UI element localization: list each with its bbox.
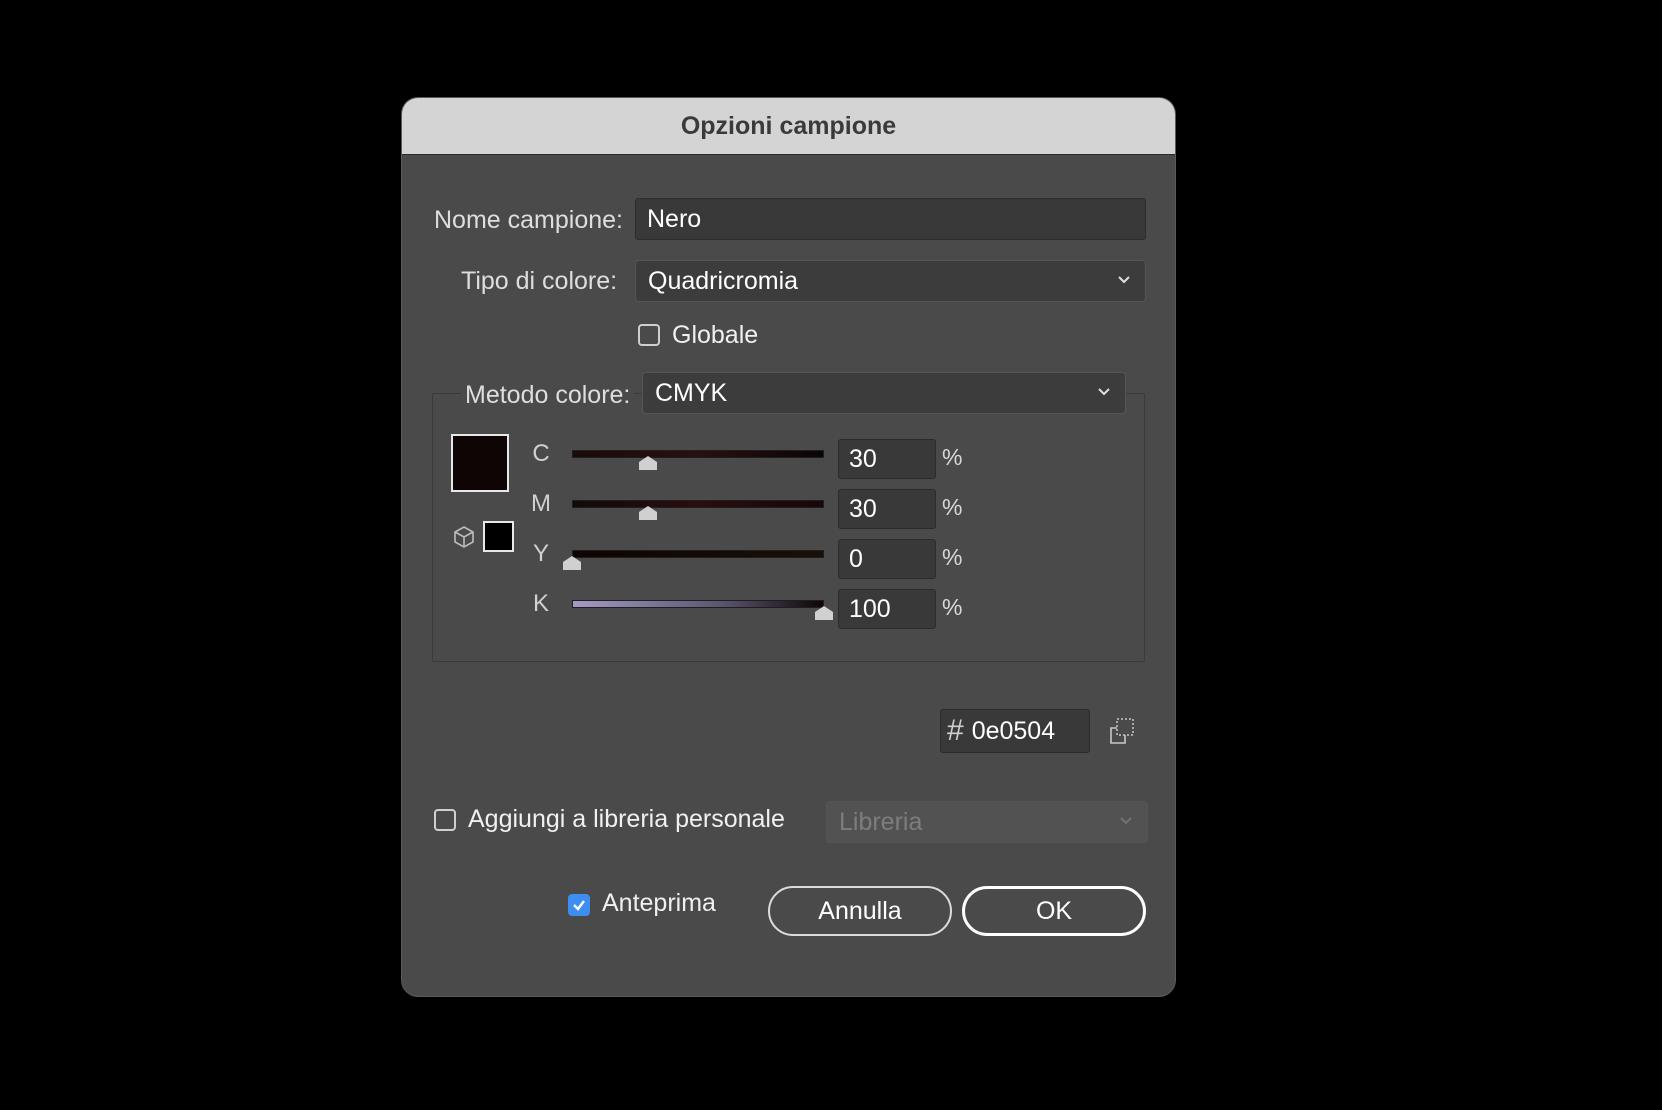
color-preview-swatch <box>451 434 509 492</box>
swatch-options-dialog: Opzioni campione Nome campione: Nero Tip… <box>402 98 1175 996</box>
chevron-down-icon <box>1118 276 1130 284</box>
percent-unit-label: % <box>942 544 963 570</box>
ok-button[interactable]: OK <box>962 886 1146 936</box>
channel-value-input-c[interactable]: 30 <box>838 439 936 479</box>
swatch-name-label: Nome campione: <box>434 206 623 234</box>
out-of-gamut-cube-icon[interactable] <box>452 525 476 549</box>
hex-field[interactable]: # 0e0504 <box>940 709 1090 753</box>
channel-label-m: M <box>531 490 551 517</box>
color-mode-select[interactable]: CMYK <box>642 372 1126 414</box>
color-type-value: Quadricromia <box>648 266 799 295</box>
color-mode-value: CMYK <box>655 378 728 407</box>
color-mode-group <box>432 393 1145 662</box>
add-to-library-label: Aggiungi a libreria personale <box>468 805 785 833</box>
global-label: Globale <box>672 321 759 349</box>
channel-slider-thumb-y[interactable] <box>563 556 581 570</box>
channel-value-input-y[interactable]: 0 <box>838 539 936 579</box>
library-select-value: Libreria <box>839 807 923 836</box>
dialog-title: Opzioni campione <box>402 98 1175 155</box>
chevron-down-icon <box>1120 817 1132 825</box>
channel-slider-thumb-c[interactable] <box>638 456 657 470</box>
channel-label-y: Y <box>532 540 549 567</box>
channel-label-c: C <box>532 440 550 467</box>
checkmark-icon <box>573 900 585 911</box>
percent-unit-label: % <box>942 594 963 620</box>
library-select[interactable]: Libreria <box>826 801 1148 843</box>
swatch-name-input[interactable]: Nero <box>635 198 1146 240</box>
hex-value: 0e0504 <box>971 716 1056 745</box>
channel-slider-track-k[interactable] <box>572 600 824 608</box>
hash-icon: # <box>947 714 964 747</box>
add-to-library-checkbox[interactable] <box>434 809 456 831</box>
preview-label: Anteprima <box>602 889 716 917</box>
channel-value-input-m[interactable]: 30 <box>838 489 936 529</box>
cancel-button[interactable]: Annulla <box>768 886 952 936</box>
color-mode-label: Metodo colore: <box>461 381 635 410</box>
channel-slider-thumb-m[interactable] <box>638 506 657 520</box>
chevron-down-icon <box>1098 388 1110 396</box>
color-type-select[interactable]: Quadricromia <box>635 260 1146 302</box>
percent-unit-label: % <box>942 444 963 470</box>
percent-unit-label: % <box>942 494 963 520</box>
channel-slider-track-c[interactable] <box>572 450 824 458</box>
channel-value-input-k[interactable]: 100 <box>838 589 936 629</box>
out-of-gamut-swatch[interactable] <box>483 521 514 552</box>
channel-label-k: K <box>532 590 549 617</box>
eyedropper-copy-icon[interactable] <box>1107 716 1137 746</box>
channel-slider-thumb-k[interactable] <box>815 606 833 620</box>
color-type-label: Tipo di colore: <box>461 267 618 295</box>
channel-slider-track-m[interactable] <box>572 500 824 508</box>
channel-slider-track-y[interactable] <box>572 550 824 558</box>
preview-checkbox[interactable] <box>568 894 590 916</box>
global-checkbox[interactable] <box>638 324 660 346</box>
